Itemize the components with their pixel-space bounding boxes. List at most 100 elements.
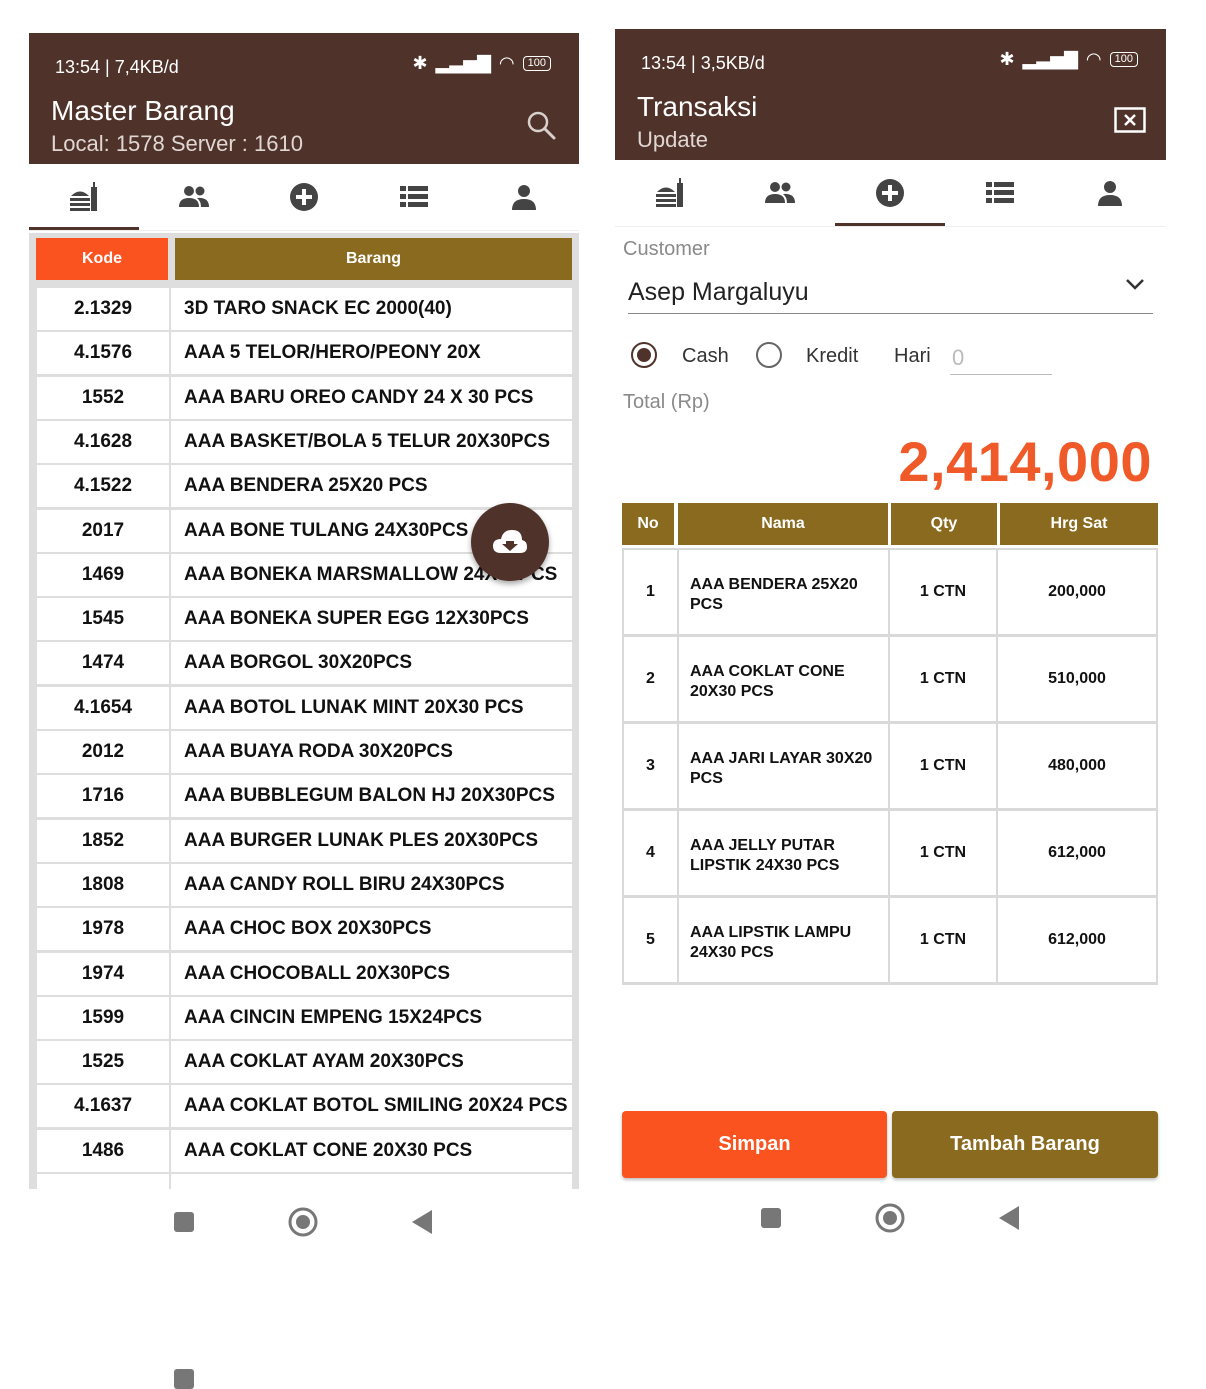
item-price[interactable]: 480,000 <box>998 724 1156 808</box>
item-qty[interactable]: 1 CTN <box>890 724 996 808</box>
column-header-hrg-sat: Hrg Sat <box>1000 503 1158 545</box>
table-row[interactable]: 1486 AAA COKLAT CONE 20X30 PCS <box>37 1129 572 1172</box>
product-code: 4.1628 <box>73 430 133 452</box>
cell-divider <box>169 553 171 596</box>
save-button[interactable]: Simpan <box>622 1111 887 1178</box>
cell-divider <box>169 1129 171 1172</box>
tab-add[interactable] <box>249 164 359 230</box>
tab-profile[interactable] <box>1055 160 1165 226</box>
tab-add[interactable] <box>835 160 945 226</box>
table-row[interactable]: 2.1329 3D TARO SNACK EC 2000(40) <box>37 288 572 330</box>
status-bar: 13:54 | 7,4KB/d ✱ ▂▃▅▇ ◠ 100 <box>29 33 579 85</box>
recent-apps-icon[interactable] <box>174 1212 194 1232</box>
table-row[interactable]: 4.1654 AAA BOTOL LUNAK MINT 20X30 PCS <box>37 686 572 729</box>
table-row[interactable]: 1545 AAA BONEKA SUPER EGG 12X30PCS <box>37 598 572 641</box>
product-code: 1525 <box>81 1051 125 1073</box>
product-name: AAA CHOCOBALL 20X30PCS <box>184 962 451 984</box>
item-qty[interactable]: 1 CTN <box>890 637 996 721</box>
tab-list[interactable] <box>945 160 1055 226</box>
item-price[interactable]: 200,000 <box>998 550 1156 634</box>
hari-input[interactable]: 0 <box>950 341 1052 375</box>
table-row[interactable]: 4.1637 AAA COKLAT BOTOL SMILING 20X24 PCS <box>37 1085 572 1128</box>
table-row[interactable]: 4.1576 AAA 5 TELOR/HERO/PEONY 20X <box>37 332 572 375</box>
table-row[interactable]: 1716 AAA BUBBLEGUM BALON HJ 20X30PCS <box>37 775 572 818</box>
back-icon[interactable] <box>412 1210 432 1234</box>
total-amount: 2,414,000 <box>898 430 1152 493</box>
item-no[interactable]: 3 <box>624 724 677 808</box>
home-icon[interactable] <box>288 1207 318 1237</box>
product-name: AAA COKLAT CONE 20X30 PCS <box>184 1139 473 1161</box>
column-header-barang[interactable]: Barang <box>175 238 572 280</box>
tab-customers[interactable] <box>139 164 249 230</box>
page-subtitle: Update <box>637 127 708 152</box>
status-time: 13:54 | 7,4KB/d <box>55 57 179 77</box>
table-row[interactable]: 1852 AAA BURGER LUNAK PLES 20X30PCS <box>37 819 572 862</box>
status-time: 13:54 | 3,5KB/d <box>641 53 765 73</box>
tab-customers[interactable] <box>725 160 835 226</box>
person-icon <box>1098 181 1122 206</box>
home-icon[interactable] <box>875 1203 905 1233</box>
recent-apps-icon[interactable] <box>174 1369 194 1389</box>
item-name[interactable]: AAA LIPSTIK LAMPU 24X30 PCS <box>679 898 888 982</box>
item-name[interactable]: AAA JARI LAYAR 30X20 PCS <box>679 724 888 808</box>
item-name[interactable]: AAA BENDERA 25X20 PCS <box>679 550 888 634</box>
item-no[interactable]: 1 <box>624 550 677 634</box>
download-fab[interactable] <box>471 503 549 581</box>
item-name[interactable]: AAA COKLAT CONE 20X30 PCS <box>679 637 888 721</box>
table-row[interactable]: 1808 AAA CANDY ROLL BIRU 24X30PCS <box>37 863 572 906</box>
cell-divider <box>169 996 171 1039</box>
tab-list[interactable] <box>359 164 469 230</box>
product-name: AAA CINCIN EMPENG 15X24PCS <box>184 1006 483 1028</box>
total-label: Total (Rp) <box>623 391 710 413</box>
cell-divider <box>169 1085 171 1128</box>
tab-profile[interactable] <box>469 164 579 230</box>
product-code: 4.1576 <box>73 342 133 364</box>
item-no[interactable]: 5 <box>624 898 677 982</box>
column-header-nama: Nama <box>678 503 888 545</box>
item-name[interactable]: AAA JELLY PUTAR LIPSTIK 24X30 PCS <box>679 811 888 895</box>
recent-apps-icon[interactable] <box>761 1208 781 1228</box>
tab-products[interactable] <box>615 160 725 226</box>
search-icon[interactable] <box>525 109 557 141</box>
item-qty[interactable]: 1 CTN <box>890 898 996 982</box>
table-row[interactable]: 1552 AAA BARU OREO CANDY 24 X 30 PCS <box>37 376 572 419</box>
list-icon <box>986 182 1014 203</box>
tab-products[interactable] <box>29 164 139 230</box>
table-row[interactable]: 1474 AAA BORGOL 30X20PCS <box>37 642 572 685</box>
table-row-partial[interactable] <box>37 1174 572 1189</box>
product-name: AAA CHOC BOX 20X30PCS <box>184 918 432 940</box>
bluetooth-icon: ✱ <box>999 49 1015 69</box>
battery-icon: 100 <box>1109 52 1138 67</box>
kredit-radio[interactable] <box>756 342 782 368</box>
product-name: AAA BONE TULANG 24X30PCS <box>184 519 469 541</box>
back-icon[interactable] <box>999 1206 1019 1230</box>
item-price[interactable]: 612,000 <box>998 898 1156 982</box>
table-row[interactable]: 1978 AAA CHOC BOX 20X30PCS <box>37 908 572 951</box>
item-price[interactable]: 510,000 <box>998 637 1156 721</box>
wifi-icon: ◠ <box>1085 49 1102 69</box>
item-price[interactable]: 612,000 <box>998 811 1156 895</box>
item-no[interactable]: 2 <box>624 637 677 721</box>
item-qty[interactable]: 1 CTN <box>890 550 996 634</box>
table-row[interactable]: 1525 AAA COKLAT AYAM 20X30PCS <box>37 1041 572 1084</box>
table-row[interactable]: 4.1522 AAA BENDERA 25X20 PCS <box>37 465 572 508</box>
column-header-kode[interactable]: Kode <box>36 238 168 280</box>
close-icon[interactable] <box>1114 107 1146 133</box>
product-code: 1599 <box>81 1006 125 1028</box>
table-row[interactable]: 1599 AAA CINCIN EMPENG 15X24PCS <box>37 996 572 1039</box>
table-row[interactable]: 1974 AAA CHOCOBALL 20X30PCS <box>37 952 572 995</box>
table-row[interactable]: 4.1628 AAA BASKET/BOLA 5 TELUR 20X30PCS <box>37 420 572 463</box>
page-title: Transaksi <box>637 91 758 122</box>
product-name: AAA BOTOL LUNAK MINT 20X30 PCS <box>184 696 524 718</box>
item-no[interactable]: 4 <box>624 811 677 895</box>
product-code: 2017 <box>81 519 125 541</box>
customer-select[interactable]: Asep Margaluyu <box>628 273 1153 314</box>
add-item-button[interactable]: Tambah Barang <box>892 1111 1158 1178</box>
table-row[interactable]: 2012 AAA BUAYA RODA 30X20PCS <box>37 731 572 773</box>
cash-radio[interactable] <box>631 342 657 368</box>
cell-divider <box>169 376 171 419</box>
product-list[interactable]: Kode Barang 2.1329 3D TARO SNACK EC 2000(… <box>29 233 579 1189</box>
product-name: AAA BURGER LUNAK PLES 20X30PCS <box>184 829 539 851</box>
item-qty[interactable]: 1 CTN <box>890 811 996 895</box>
product-name: AAA CANDY ROLL BIRU 24X30PCS <box>184 873 505 895</box>
